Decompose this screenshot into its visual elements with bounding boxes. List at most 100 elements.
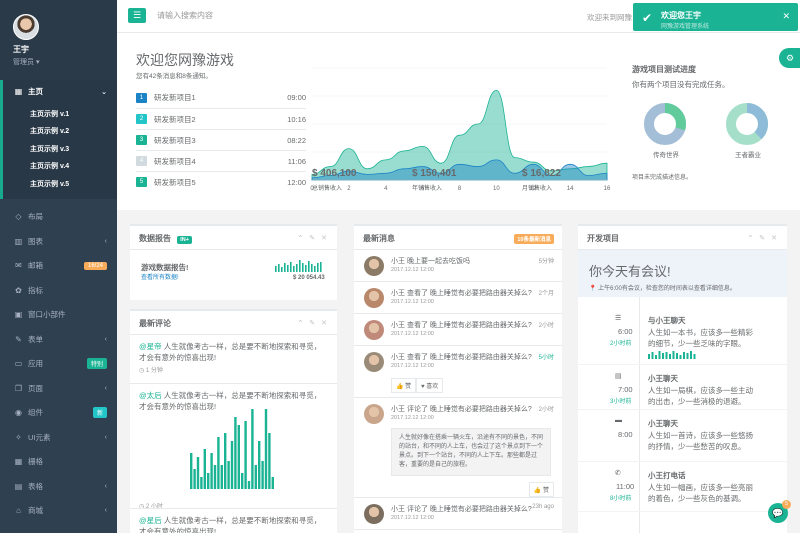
comment-time: ◷ 1 分钟 (139, 368, 163, 374)
comment-item: @星后 人生就像考古一样，总是要不断地探索和寻觅，才会有意外的惊喜出现! (130, 508, 337, 533)
timeline-item[interactable]: ▤ 7:00 3小时前 小王聊天 人生如一局棋，应该多一些主动的出击，少一些消极的退避。 (578, 365, 787, 410)
donut-label-1: 传奇世界 (653, 152, 679, 159)
chart-bar (251, 409, 254, 489)
like-button[interactable]: 👍 赞 (528, 482, 554, 497)
report-link[interactable]: 查看所有数据! (141, 272, 179, 281)
chevron-left-icon: ‹ (104, 237, 107, 245)
spark-bar (676, 353, 678, 359)
timeline-item[interactable]: ☰ 6:00 2小时前 与小王聊天 人生如一本书，应该多一些精彩的细节，少一些乏味的字眼… (578, 307, 787, 365)
message-item[interactable]: 小王 查看了 晚上睡觉有必要把路由器关掉么? 2017.12.12 12:00 5小… (354, 346, 562, 398)
nav-icon: ▤ (14, 481, 23, 491)
sidebar-item[interactable]: ▭ 应用 特别 (0, 352, 117, 377)
message-item[interactable]: 小王 评论了 晚上睡觉有必要把路由器关掉么? 2017.12.12 12:00 2小… (354, 398, 562, 498)
sidebar: 王宇 管理员 ▾ ▦ 主页 ⌄ 主页示例 v.1 主页示例 v.2 主页示例 v… (0, 0, 117, 533)
sidebar-item[interactable]: ✎ 表单 ‹ (0, 327, 117, 352)
submenu-item[interactable]: 主页示例 v.1 (3, 105, 117, 123)
menu-toggle-button[interactable]: ☰ (128, 8, 146, 23)
donut-label-2: 王者霸业 (735, 152, 761, 159)
spark-bar (305, 265, 307, 272)
sidebar-item[interactable]: ⌂ 商城 ‹ (0, 499, 117, 524)
sidebar-item-home[interactable]: ▦ 主页 ⌄ (0, 80, 117, 103)
sidebar-item[interactable]: ▥ 图表 ‹ (0, 229, 117, 254)
chart-bar (190, 453, 193, 489)
comment-user[interactable]: @太后 (139, 391, 162, 400)
panel-tools[interactable]: ⌃ ✎ ✕ (298, 319, 330, 327)
list-item[interactable]: 5 研发新项目5 12:00 (136, 171, 306, 192)
sidebar-item[interactable]: ❐ 页面 ‹ (0, 376, 117, 401)
sidebar-item[interactable]: ✧ UI元素 ‹ (0, 425, 117, 450)
love-button[interactable]: ♥ 喜欢 (416, 378, 444, 393)
timeline-icon: ▬ (615, 417, 622, 424)
message-item[interactable]: 小王 查看了 晚上睡觉有必要把路由器关掉么? 2017.12.12 12:00 2小… (354, 314, 562, 346)
sidebar-item[interactable]: ◉ 组件 新 (0, 401, 117, 426)
message-date: 2017.12.12 12:00 (391, 515, 434, 521)
comment-user[interactable]: @星后 (139, 516, 162, 525)
sidebar-item[interactable]: ▣ 窗口小部件 (0, 303, 117, 328)
welcome-toast: ✔ 欢迎您王宇 网豫游戏管理系统 ✕ (633, 3, 798, 31)
submenu-item[interactable]: 主页示例 v.2 (3, 123, 117, 141)
spark-bar (658, 351, 661, 359)
spark-bar (296, 264, 298, 272)
message-date: 2017.12.12 12:00 (391, 267, 434, 273)
timeline-item[interactable]: ▬ 8:00 小王聊天 人生如一首诗，应该多一些悠扬的抒情，少一些愁苦的叹息。 (578, 410, 787, 462)
avatar[interactable] (364, 256, 384, 276)
message-time: 2小时 (538, 407, 554, 413)
close-icon[interactable]: ✕ (782, 11, 790, 22)
settings-icon: ⚙ (785, 53, 795, 63)
nav-icon: ✉ (15, 261, 22, 271)
sidebar-item[interactable]: ✿ 指标 (0, 278, 117, 303)
list-item[interactable]: 3 研发新项目3 08:22 (136, 129, 306, 150)
chart-bar (210, 453, 213, 489)
like-button[interactable]: 👍 赞 (391, 378, 417, 393)
avatar[interactable] (364, 504, 384, 524)
progress-subtitle: 你有两个项目没有完成任务。 (632, 80, 730, 89)
nav-icon: ⌂ (16, 506, 21, 516)
message-item[interactable]: 小王 查看了 晚上睡觉有必要把路由器关掉么? 2017.12.12 12:00 2个… (354, 282, 562, 314)
timeline-title: 与小王聊天 (648, 316, 686, 325)
submenu-item[interactable]: 主页示例 v.3 (3, 140, 117, 158)
avatar[interactable] (364, 404, 384, 424)
message-title: 小王 晚上要一起去吃饭吗 (391, 258, 470, 265)
message-item[interactable]: 小王 评论了 晚上睡觉有必要把路由器关掉么? 2017.12.12 12:00 23… (354, 498, 562, 530)
panel-tools[interactable]: ⌃ ✎ ✕ (298, 234, 330, 242)
avatar[interactable] (364, 352, 384, 372)
spark-bar (287, 265, 289, 272)
sidebar-item[interactable]: ▦ 栅格 (0, 450, 117, 475)
timeline-ago: 2小时前 (610, 341, 632, 347)
sidebar-nav: ◇ 布局 ▥ 图表 ‹ ✉ 邮箱 16/24 ✿ 指标 ▣ 窗口小部件 ✎ 表单 ‹ ▭ 应用 特别 ❐ 页面 ‹ ◉ 组件… (0, 199, 117, 524)
list-item[interactable]: 4 研发新项目4 11:06 (136, 150, 306, 171)
avatar[interactable] (364, 288, 384, 308)
spark-bar (308, 261, 310, 272)
avatar[interactable] (13, 14, 39, 40)
timeline-item[interactable]: ✆ 11:00 8小时前 小王打电话 人生如一幅画，应该多一些亮丽的着色，少一些灰色的基… (578, 462, 787, 512)
user-role-dropdown[interactable]: 管理员 ▾ (13, 57, 117, 67)
message-time: 5小时 (538, 355, 554, 361)
settings-float-button[interactable]: ⚙ (779, 48, 800, 68)
submenu-item[interactable]: 主页示例 v.5 (3, 175, 117, 193)
list-item[interactable]: 2 研发新项目2 10:16 (136, 108, 306, 129)
sidebar-item[interactable]: ◇ 布局 (0, 205, 117, 230)
spark-bar (648, 354, 650, 359)
message-item[interactable]: 小王 晚上要一起去吃饭吗 2017.12.12 12:00 5分钟 (354, 250, 562, 282)
toast-subtitle: 网豫游戏管理系统 (661, 24, 710, 30)
comment-text: 人生就像考古一样，总是要不断地探索和寻觅，才会有意外的惊喜出现! (139, 342, 322, 362)
message-title: 小王 评论了 晚上睡觉有必要把路由器关掉么? (391, 506, 532, 513)
sparkline (275, 260, 322, 272)
message-title: 小王 查看了 晚上睡觉有必要把路由器关掉么? (391, 354, 532, 361)
comment-user[interactable]: @星帝 (139, 342, 162, 351)
avatar[interactable] (364, 320, 384, 340)
chart-bar (234, 417, 237, 489)
search-input[interactable]: 请输入搜索内容 (157, 10, 213, 21)
chart-bar (196, 457, 200, 489)
spark-bar (281, 267, 283, 272)
sidebar-item[interactable]: ✉ 邮箱 16/24 (0, 254, 117, 279)
toast-title: 欢迎您王宇 (661, 11, 701, 20)
panel-tools[interactable]: ⌃ ✎ ✕ (748, 234, 780, 242)
sidebar-item[interactable]: ▤ 表格 ‹ (0, 474, 117, 499)
chart-bar (271, 477, 274, 489)
panel-title-text: 开发项目 (587, 234, 619, 243)
submenu-item[interactable]: 主页示例 v.4 (3, 158, 117, 176)
panel-title: 开发项目 ⌃ ✎ ✕ (578, 226, 787, 250)
chart-bar (220, 465, 223, 489)
list-item[interactable]: 1 研发新项目1 09:00 (136, 87, 306, 108)
